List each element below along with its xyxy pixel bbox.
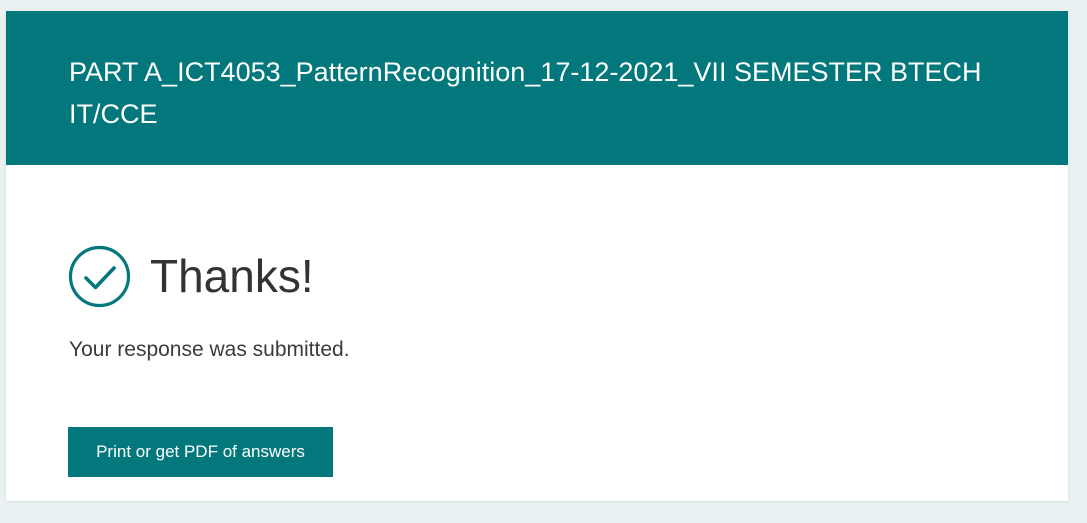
page: PART A_ICT4053_PatternRecognition_17-12-… [0,0,1087,523]
thanks-row: Thanks! [68,245,314,308]
form-title: PART A_ICT4053_PatternRecognition_17-12-… [69,57,982,129]
form-header: PART A_ICT4053_PatternRecognition_17-12-… [6,11,1068,165]
submitted-message: Your response was submitted. [69,338,350,361]
thanks-heading: Thanks! [150,250,314,302]
print-pdf-button[interactable]: Print or get PDF of answers [68,427,333,477]
confirmation-card: PART A_ICT4053_PatternRecognition_17-12-… [6,11,1068,501]
check-circle-icon [68,245,131,308]
